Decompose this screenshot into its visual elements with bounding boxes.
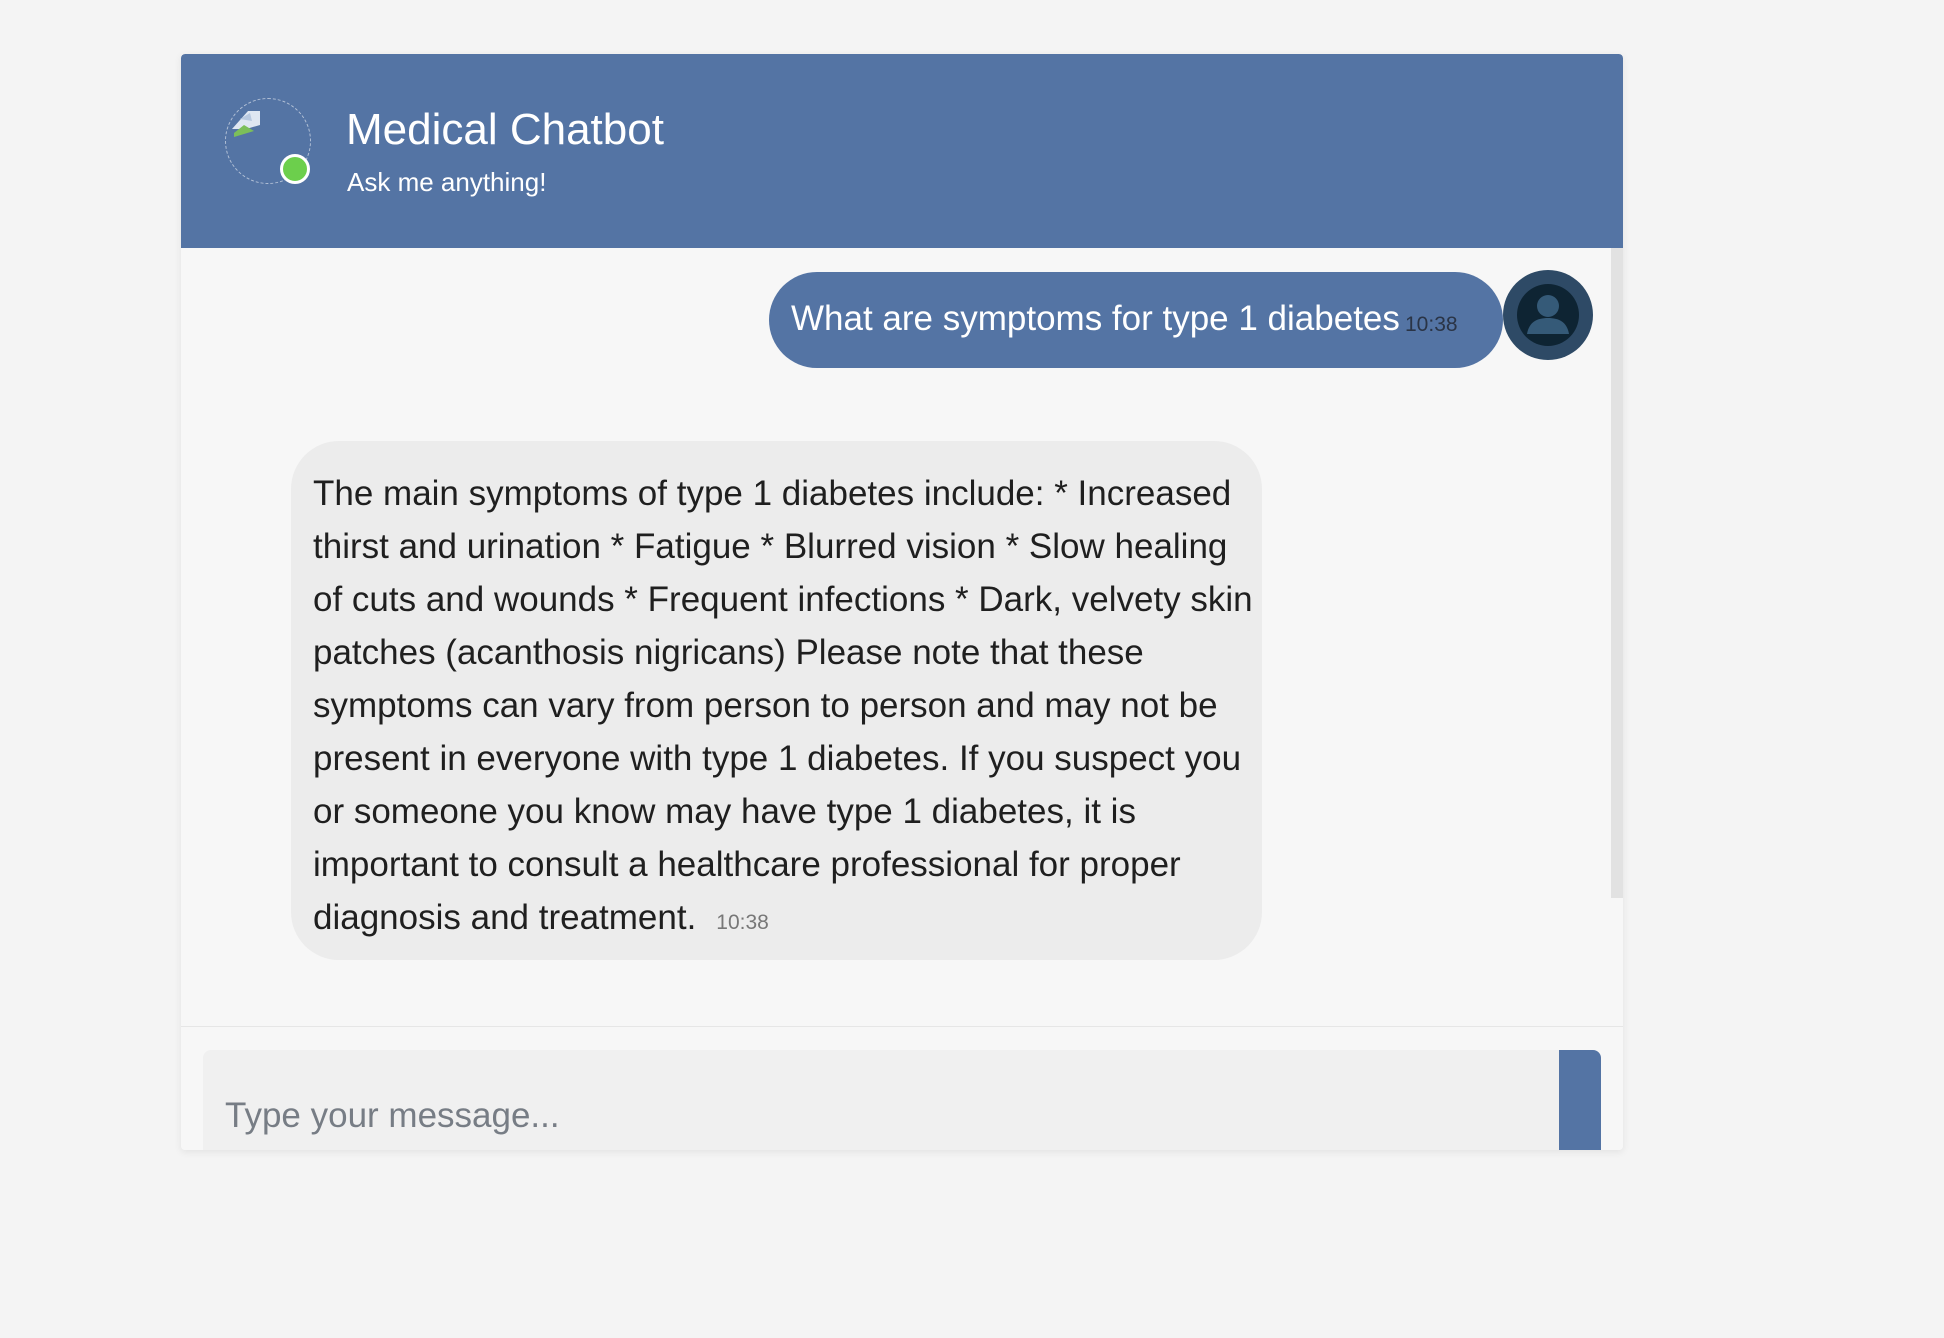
user-avatar <box>1503 270 1593 360</box>
bot-message-body: The main symptoms of type 1 diabetes inc… <box>313 474 1253 937</box>
message-input[interactable] <box>203 1050 1563 1150</box>
user-message-time: 10:38 <box>1405 313 1458 336</box>
chat-subtitle: Ask me anything! <box>347 167 547 197</box>
bot-message-text: The main symptoms of type 1 diabetes inc… <box>313 467 1258 949</box>
user-circle-icon <box>1517 284 1579 346</box>
message-list-scrollbar[interactable] <box>1611 248 1623 898</box>
online-status-dot <box>280 154 310 184</box>
bot-message-time: 10:38 <box>716 911 769 934</box>
chat-title: Medical Chatbot <box>346 105 664 154</box>
send-button[interactable] <box>1559 1050 1601 1150</box>
user-message-bubble: What are symptoms for type 1 diabetes 10… <box>769 272 1503 368</box>
composer-bar <box>181 1026 1623 1150</box>
user-message-text: What are symptoms for type 1 diabetes <box>791 299 1400 338</box>
bot-avatar-container <box>225 98 315 188</box>
bot-message-bubble: The main symptoms of type 1 diabetes inc… <box>291 441 1262 960</box>
chat-header: Medical Chatbot Ask me anything! <box>181 54 1623 248</box>
